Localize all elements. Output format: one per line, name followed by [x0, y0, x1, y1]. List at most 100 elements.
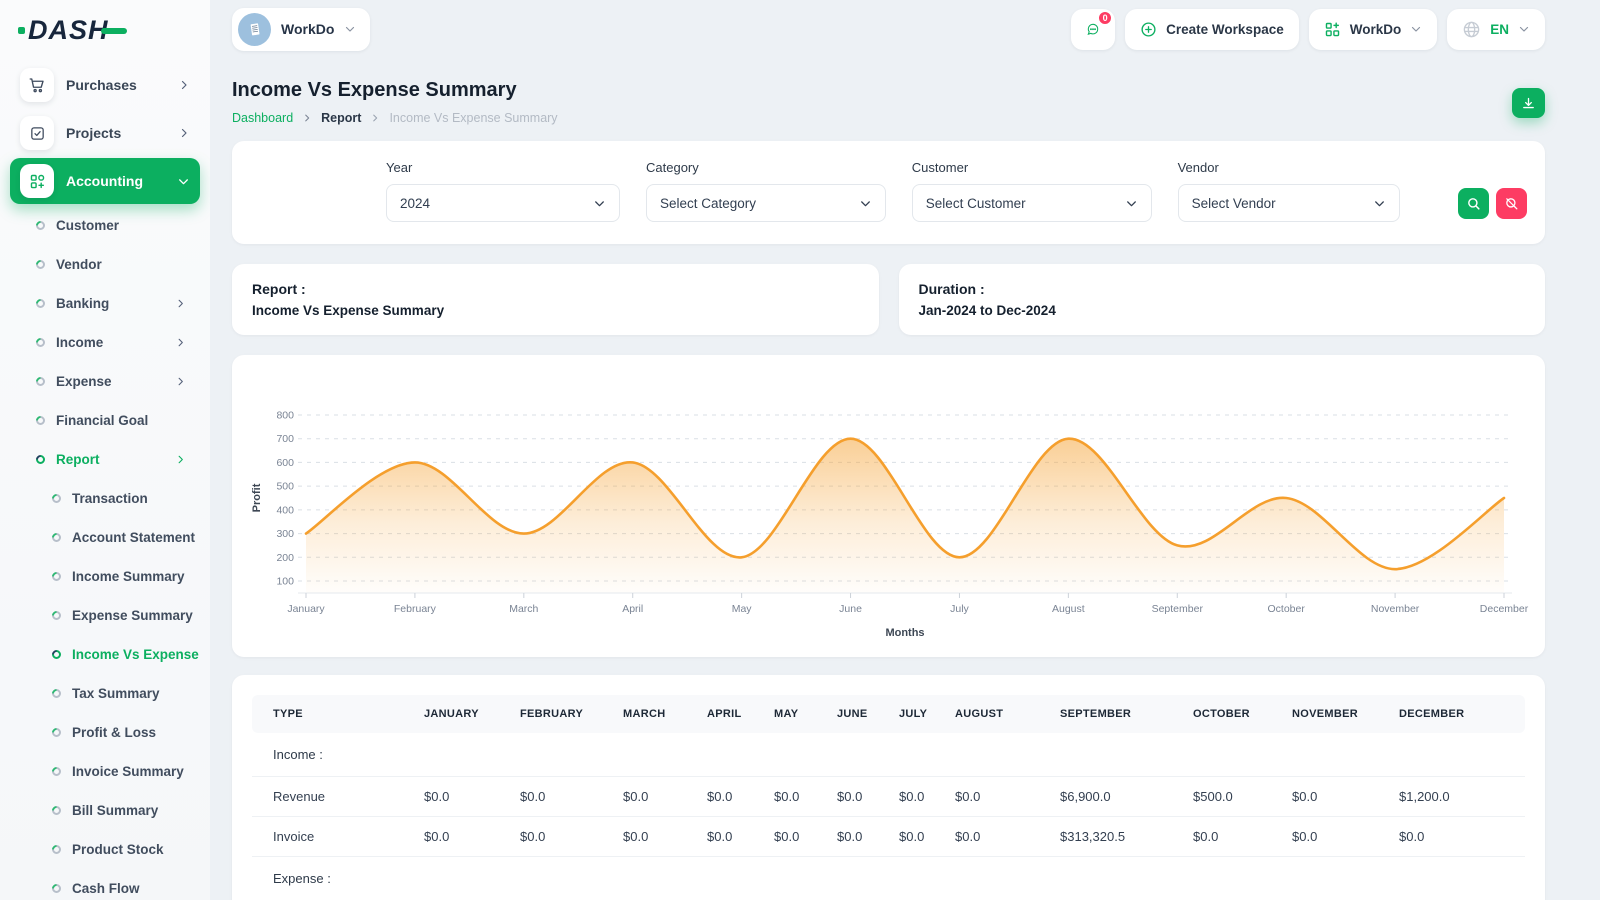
download-button[interactable]	[1512, 88, 1545, 118]
svg-text:December: December	[1480, 603, 1529, 615]
workspace-selector[interactable]: WorkDo	[232, 8, 370, 51]
duration-label: Duration :	[919, 281, 1526, 297]
column-header: NOVEMBER	[1282, 695, 1389, 733]
column-header: OCTOBER	[1183, 695, 1282, 733]
svg-text:Months: Months	[885, 627, 924, 639]
sidebar-item-financial-goal[interactable]: Financial Goal	[0, 401, 210, 440]
svg-text:500: 500	[276, 481, 294, 493]
chevron-down-icon	[344, 23, 356, 35]
reset-filter-button[interactable]	[1496, 188, 1527, 219]
sidebar-item-account-statement[interactable]: Account Statement	[0, 518, 210, 557]
chart-card: 100200300400500600700800JanuaryFebruaryM…	[232, 355, 1545, 657]
table-body: Income :Revenue$0.0$0.0$0.0$0.0$0.0$0.0$…	[252, 733, 1525, 900]
table-row: Revenue$0.0$0.0$0.0$0.0$0.0$0.0$0.0$0.0$…	[252, 777, 1525, 817]
chat-button[interactable]: 0	[1071, 9, 1115, 50]
sidebar-item-tax-summary[interactable]: Tax Summary	[0, 674, 210, 713]
svg-text:700: 700	[276, 433, 294, 445]
svg-text:January: January	[287, 603, 325, 615]
table-row: Invoice$0.0$0.0$0.0$0.0$0.0$0.0$0.0$0.0$…	[252, 817, 1525, 857]
sidebar-item-expense[interactable]: Expense	[0, 362, 210, 401]
sidebar-item-report[interactable]: Report	[0, 440, 210, 479]
profit-area-chart: 100200300400500600700800JanuaryFebruaryM…	[246, 369, 1531, 651]
sidebar-item-expense-summary[interactable]: Expense Summary	[0, 596, 210, 635]
category-select[interactable]: Select Category	[646, 184, 886, 222]
category-label: Category	[646, 160, 886, 175]
sidebar-item-income-vs-expense[interactable]: Income Vs Expense	[0, 635, 210, 674]
vendor-label: Vendor	[1178, 160, 1400, 175]
check-square-icon	[20, 116, 54, 150]
bullet-icon	[50, 765, 63, 778]
search-icon	[1466, 196, 1481, 211]
sidebar-item-bill-summary[interactable]: Bill Summary	[0, 791, 210, 830]
vendor-select[interactable]: Select Vendor	[1178, 184, 1400, 222]
sidebar-item-invoice-summary[interactable]: Invoice Summary	[0, 752, 210, 791]
sidebar-item-customer[interactable]: Customer	[0, 206, 210, 245]
chevron-down-icon	[593, 197, 606, 210]
sidebar-item-cash-flow[interactable]: Cash Flow	[0, 869, 210, 900]
page-header: Income Vs Expense Summary Dashboard Repo…	[232, 58, 1545, 125]
workdo-menu-button[interactable]: WorkDo	[1309, 9, 1438, 50]
chevron-right-icon	[302, 113, 312, 123]
topbar-actions: 0 Create Workspace WorkDo EN	[1071, 9, 1545, 50]
bullet-icon	[50, 531, 63, 544]
svg-text:November: November	[1371, 603, 1420, 615]
year-select[interactable]: 2024	[386, 184, 620, 222]
sidebar-item-product-stock[interactable]: Product Stock	[0, 830, 210, 869]
sidebar-item-income-summary[interactable]: Income Summary	[0, 557, 210, 596]
sidebar-item-label: Income Vs Expense	[72, 647, 199, 662]
sidebar-item-label: Accounting	[66, 173, 143, 189]
create-workspace-button[interactable]: Create Workspace	[1125, 9, 1299, 50]
sidebar-item-label: Vendor	[56, 257, 102, 272]
year-select-value: 2024	[400, 196, 430, 211]
sidebar-item-vendor[interactable]: Vendor	[0, 245, 210, 284]
download-icon	[1521, 96, 1536, 111]
sidebar-item-label: Purchases	[66, 77, 137, 93]
sidebar-item-profit-loss[interactable]: Profit & Loss	[0, 713, 210, 752]
sidebar-item-label: Expense	[56, 374, 112, 389]
brand-logo[interactable]: DASH	[0, 0, 210, 60]
accounting-submenu: Customer Vendor Banking Income Expense F…	[0, 206, 210, 900]
chevron-down-icon	[1373, 197, 1386, 210]
cart-icon	[20, 68, 54, 102]
plus-circle-icon	[1140, 21, 1157, 38]
column-header: FEBRUARY	[510, 695, 613, 733]
chevron-right-icon	[175, 337, 186, 348]
sidebar-item-purchases[interactable]: Purchases	[10, 62, 200, 108]
column-header: SEPTEMBER	[1050, 695, 1183, 733]
sidebar-item-label: Transaction	[72, 491, 148, 506]
table-section-row: Expense :	[252, 857, 1525, 900]
summary-row: Report : Income Vs Expense Summary Durat…	[232, 264, 1545, 335]
main-content: Income Vs Expense Summary Dashboard Repo…	[232, 58, 1545, 900]
sidebar-item-income[interactable]: Income	[0, 323, 210, 362]
language-selector[interactable]: EN	[1447, 9, 1545, 50]
breadcrumb-dashboard-link[interactable]: Dashboard	[232, 111, 293, 125]
search-off-icon	[1504, 196, 1519, 211]
filter-panel: Year 2024 Category Select Category Custo…	[232, 141, 1545, 244]
bullet-icon	[50, 882, 63, 895]
customer-select[interactable]: Select Customer	[912, 184, 1152, 222]
workdo-menu-label: WorkDo	[1350, 22, 1402, 37]
sidebar-item-projects[interactable]: Projects	[10, 110, 200, 156]
filter-actions	[1458, 188, 1527, 219]
svg-text:400: 400	[276, 504, 294, 516]
svg-text:Profit: Profit	[251, 483, 263, 512]
svg-text:600: 600	[276, 457, 294, 469]
chevron-down-icon	[177, 175, 190, 188]
sidebar-item-label: Account Statement	[72, 530, 195, 545]
globe-icon	[1462, 20, 1481, 39]
bullet-icon	[34, 336, 47, 349]
bullet-icon	[50, 843, 63, 856]
sidebar-item-label: Cash Flow	[72, 881, 140, 896]
sidebar-item-accounting[interactable]: Accounting	[10, 158, 200, 204]
apply-filter-button[interactable]	[1458, 188, 1489, 219]
column-header: JULY	[889, 695, 945, 733]
breadcrumb-report-link[interactable]: Report	[321, 111, 361, 125]
bullet-icon	[50, 492, 63, 505]
sidebar-item-transaction[interactable]: Transaction	[0, 479, 210, 518]
breadcrumb-current: Income Vs Expense Summary	[389, 111, 557, 125]
workspace-name: WorkDo	[281, 21, 334, 37]
income-expense-table-card: TYPEJANUARYFEBRUARYMARCHAPRILMAYJUNEJULY…	[232, 675, 1545, 900]
sidebar-item-banking[interactable]: Banking	[0, 284, 210, 323]
bullet-icon	[34, 258, 47, 271]
income-expense-table: TYPEJANUARYFEBRUARYMARCHAPRILMAYJUNEJULY…	[252, 695, 1525, 900]
